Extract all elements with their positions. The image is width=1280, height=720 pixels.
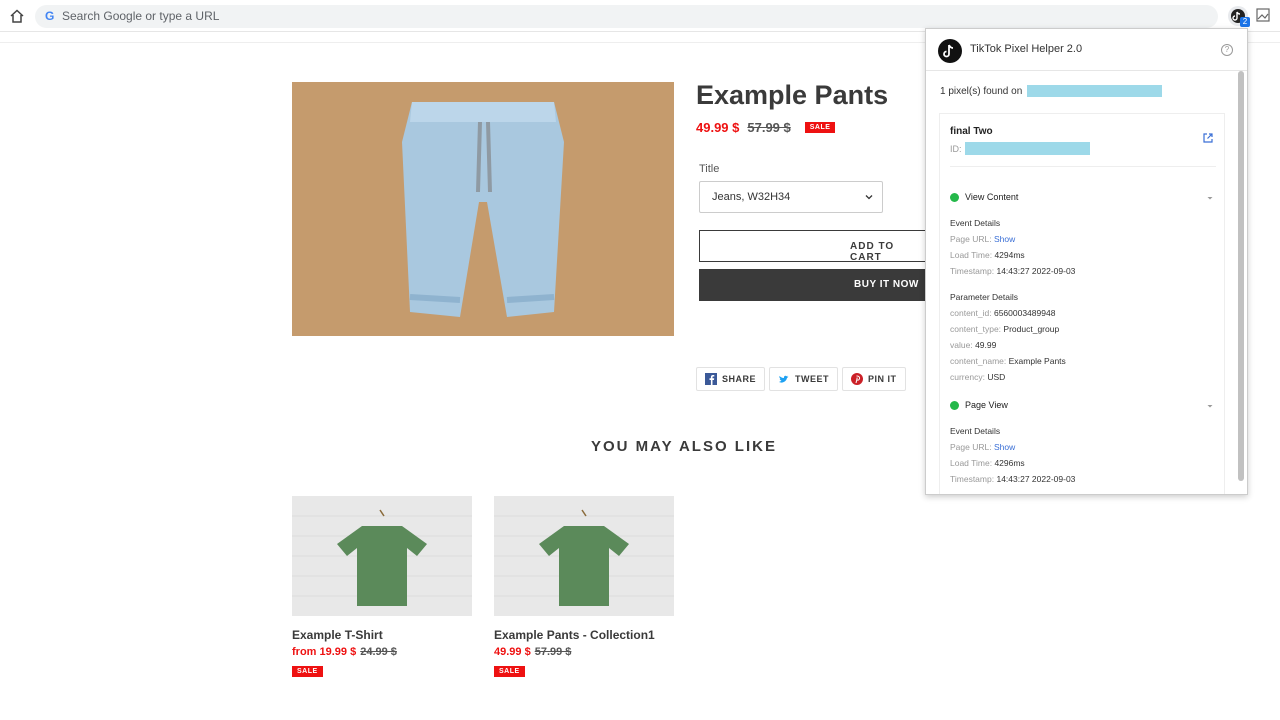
related-sale-price: from 19.99 $	[292, 646, 357, 658]
facebook-share-button[interactable]: SHARE	[696, 367, 766, 391]
pinterest-share-button[interactable]: PIN IT	[842, 367, 906, 391]
pinterest-share-label: PIN IT	[868, 374, 897, 384]
pixel-helper-popup: TikTok Pixel Helper 2.0 ? 1 pixel(s) fou…	[925, 28, 1248, 495]
add-to-cart-button[interactable]: ADD TO CART	[699, 230, 929, 263]
related-sale-price: 49.99 $	[494, 646, 531, 658]
address-bar-placeholder: Search Google or type a URL	[62, 9, 220, 23]
extension-badge: 2	[1240, 17, 1250, 27]
event-details-heading: Event Details	[950, 218, 1001, 228]
address-bar[interactable]: G Search Google or type a URL	[35, 5, 1218, 28]
pinterest-icon	[851, 373, 864, 385]
page-url-line: Page URL: Show	[950, 234, 1016, 244]
twitter-icon	[779, 375, 789, 383]
check-circle-icon	[950, 192, 959, 202]
check-circle-icon	[950, 400, 959, 410]
pixel-card: final Two ID: View Content Event Details…	[939, 113, 1225, 494]
load-time-line: Load Time: 4296ms	[950, 458, 1025, 468]
help-icon[interactable]: ?	[1221, 44, 1233, 56]
param-line: currency: USD	[950, 372, 1006, 382]
pixels-found: 1 pixel(s) found on	[940, 85, 1163, 97]
timestamp-line: Timestamp: 14:43:27 2022-09-03	[950, 266, 1076, 276]
facebook-share-label: SHARE	[722, 374, 757, 384]
related-compare-price: 57.99 $	[534, 646, 572, 658]
product-image	[292, 82, 674, 336]
param-line: content_name: Example Pants	[950, 356, 1066, 366]
social-share-row: SHARE TWEET PIN IT	[696, 367, 906, 391]
related-product-price: from 19.99 $24.99 $	[292, 646, 472, 658]
pixel-id: ID:	[950, 142, 1090, 155]
home-icon[interactable]	[8, 7, 26, 25]
show-url-link[interactable]: Show	[994, 442, 1015, 452]
related-product-price: 49.99 $57.99 $	[494, 646, 674, 658]
price-row: 49.99 $ 57.99 $ SALE	[696, 120, 836, 135]
param-line: content_type: Product_group	[950, 324, 1060, 334]
open-external-icon[interactable]	[1202, 132, 1214, 144]
event-page-view-header[interactable]: Page View	[950, 400, 1008, 410]
pixels-found-text: 1 pixel(s) found on	[940, 85, 1023, 97]
sale-badge: SALE	[494, 666, 525, 677]
param-line: value: 49.99	[950, 340, 997, 350]
tiktok-logo-icon	[938, 39, 962, 63]
event-name: Page View	[965, 400, 1008, 410]
timestamp-line: Timestamp: 14:43:27 2022-09-03	[950, 474, 1076, 484]
image-extension-icon[interactable]	[1256, 8, 1270, 22]
related-compare-price: 24.99 $	[360, 646, 397, 658]
show-url-link[interactable]: Show	[994, 234, 1015, 244]
load-time-line: Load Time: 4294ms	[950, 250, 1025, 260]
chevron-down-icon	[865, 195, 873, 200]
related-product-image	[292, 496, 472, 616]
page-url-line: Page URL: Show	[950, 442, 1016, 452]
pixel-id-label: ID:	[950, 143, 962, 154]
google-g-icon: G	[45, 9, 55, 23]
twitter-share-label: TWEET	[795, 374, 830, 384]
pixel-divider	[950, 166, 1216, 167]
related-product-card[interactable]: Example T-Shirt from 19.99 $24.99 $ SALE	[292, 496, 472, 678]
chevron-down-icon[interactable]	[1206, 194, 1214, 202]
compare-price: 57.99 $	[747, 120, 791, 135]
sale-badge: SALE	[804, 122, 836, 133]
param-line: content_id: 6560003489948	[950, 308, 1056, 318]
related-product-title[interactable]: Example T-Shirt	[292, 628, 472, 642]
chevron-down-icon[interactable]	[1206, 402, 1214, 410]
variant-label: Title	[699, 163, 720, 175]
redacted-pixel-id	[964, 142, 1090, 155]
variant-value: Jeans, W32H34	[712, 191, 791, 203]
sale-price: 49.99 $	[696, 120, 740, 135]
sale-badge: SALE	[292, 666, 323, 677]
event-view-content-header[interactable]: View Content	[950, 192, 1018, 202]
related-product-card[interactable]: Example Pants - Collection1 49.99 $57.99…	[494, 496, 674, 678]
related-product-title[interactable]: Example Pants - Collection1	[494, 628, 674, 642]
popup-header: TikTok Pixel Helper 2.0 ?	[926, 29, 1247, 71]
variant-select[interactable]: Jeans, W32H34	[699, 181, 883, 213]
twitter-share-button[interactable]: TWEET	[769, 367, 839, 391]
popup-scrollbar[interactable]	[1238, 71, 1244, 481]
redacted-url	[1027, 85, 1163, 97]
facebook-icon	[705, 373, 717, 385]
buy-now-button[interactable]: BUY IT NOW	[699, 269, 929, 301]
product-title: Example Pants	[696, 80, 889, 110]
pixel-name: final Two	[950, 126, 993, 137]
parameter-details-heading: Parameter Details	[950, 292, 1019, 302]
event-details-heading: Event Details	[950, 426, 1001, 436]
popup-title: TikTok Pixel Helper 2.0	[970, 43, 1083, 55]
related-product-image	[494, 496, 674, 616]
event-name: View Content	[965, 192, 1019, 202]
